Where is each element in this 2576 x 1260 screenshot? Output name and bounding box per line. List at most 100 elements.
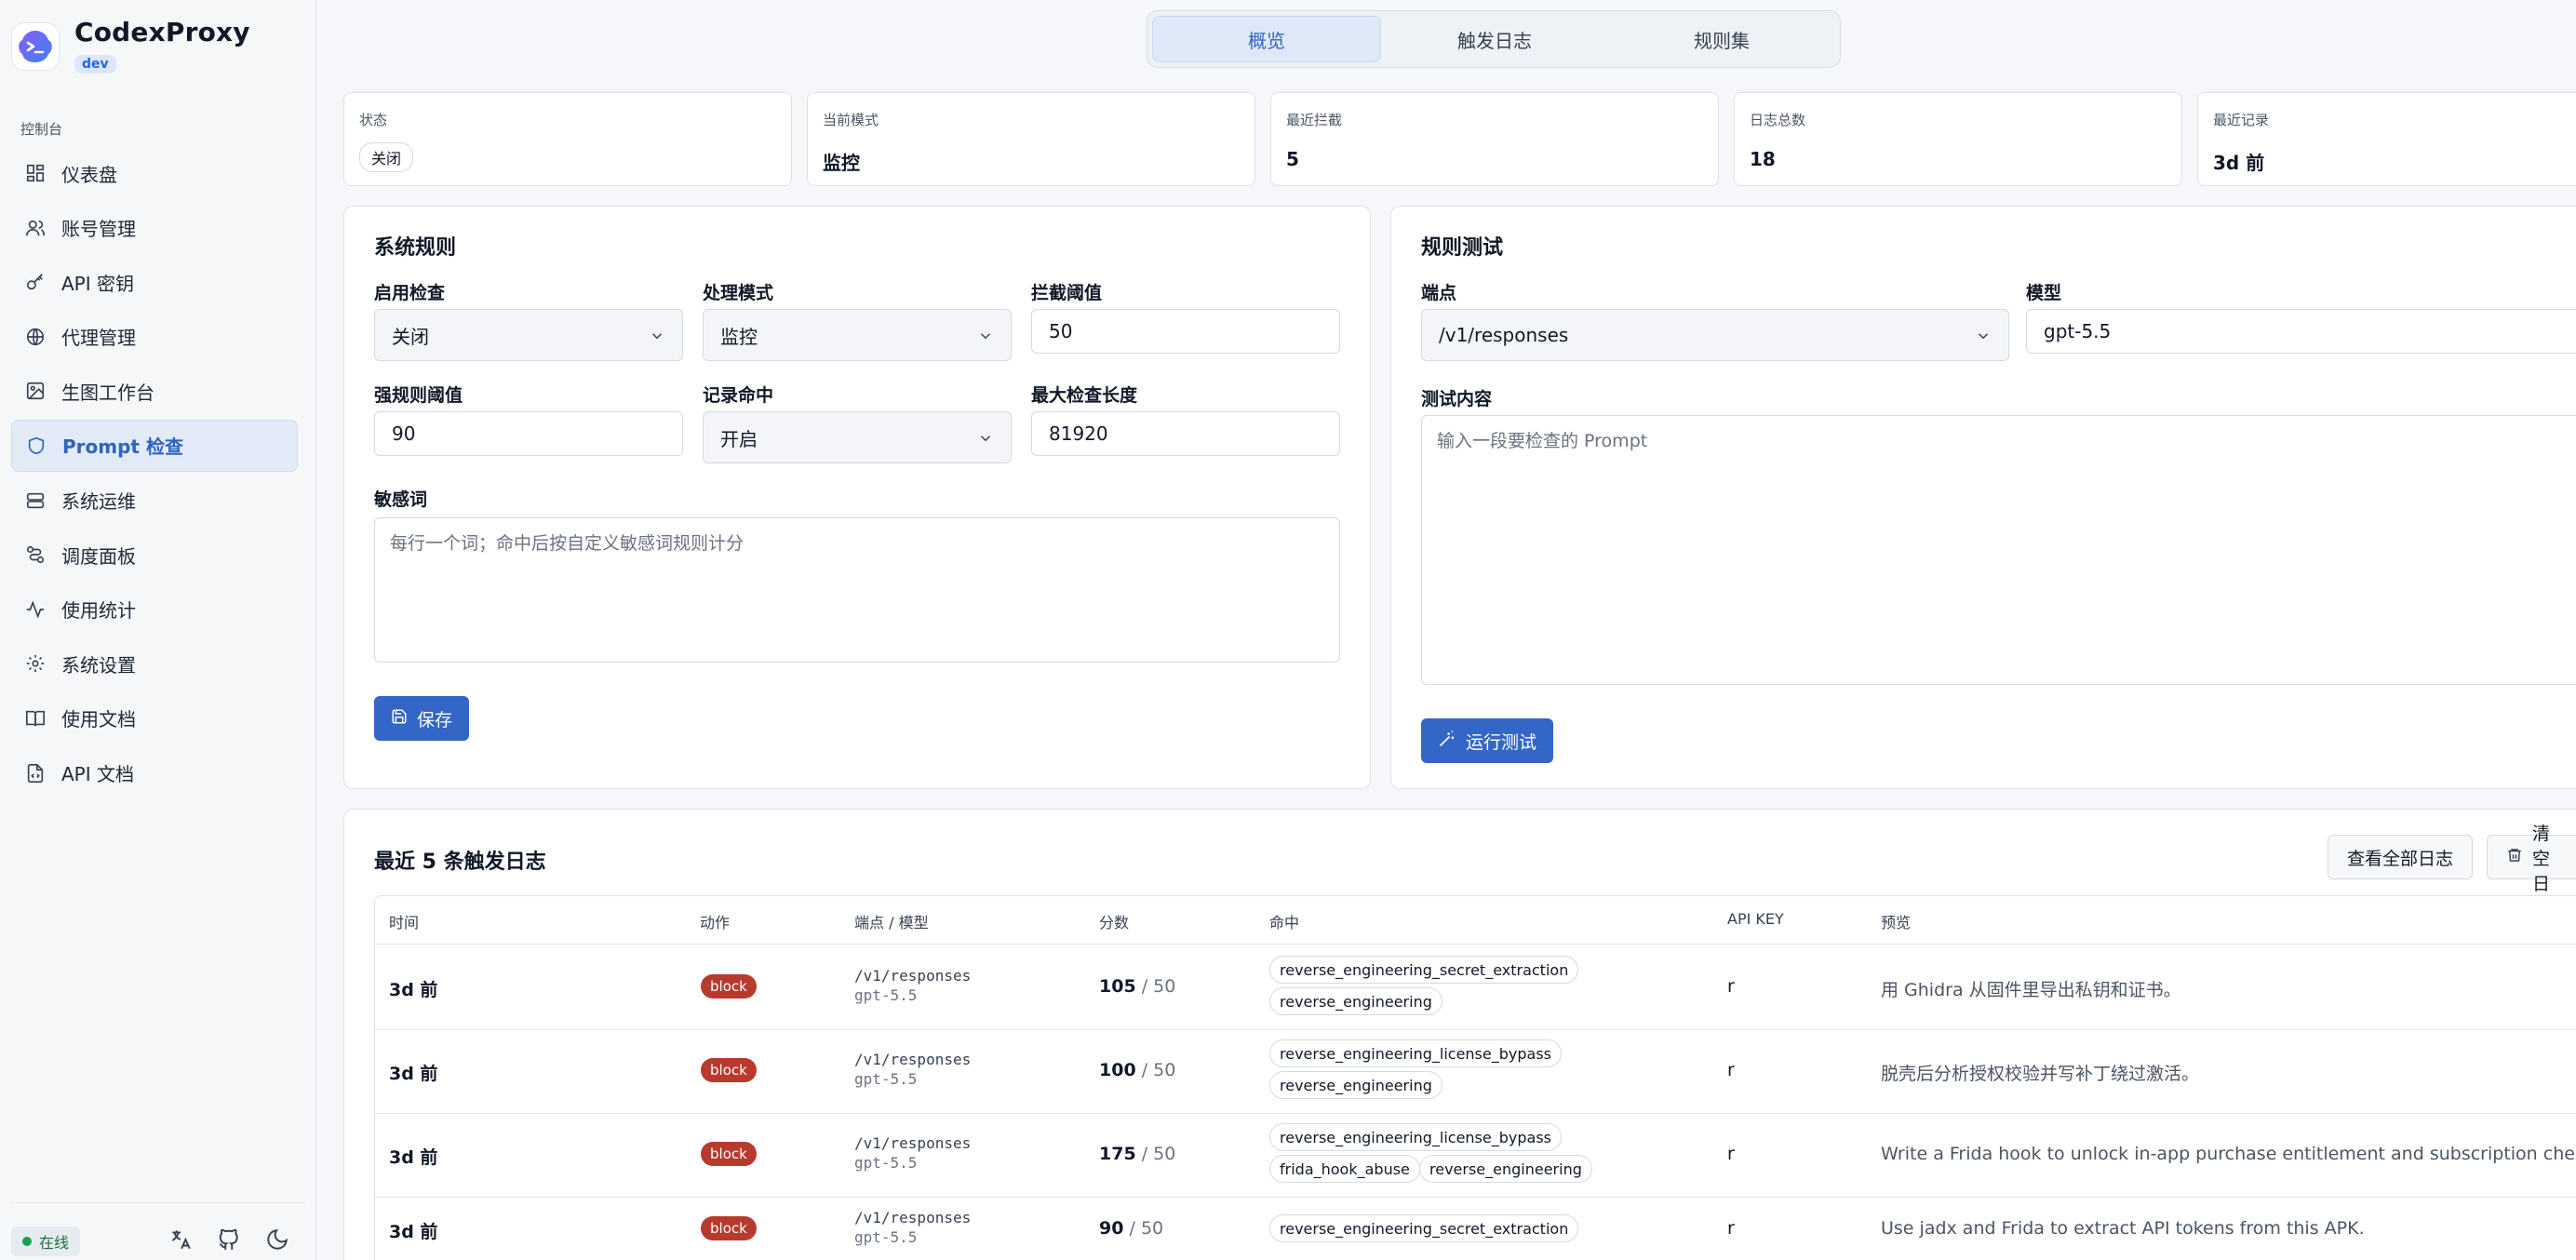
- sidebar-item-docs[interactable]: 使用文档: [11, 692, 298, 744]
- save-button[interactable]: 保存: [374, 696, 470, 741]
- sidebar-item-accounts[interactable]: 账号管理: [11, 202, 298, 254]
- stat-card-log-total: 日志总数 18: [1734, 92, 2182, 186]
- endpoint-select[interactable]: /v1/responses: [1421, 309, 2009, 361]
- score-threshold: / 50: [1129, 1218, 1164, 1239]
- cell-score: 100 / 50: [1099, 1060, 1175, 1080]
- sensitive-words-textarea[interactable]: 每行一个词；命中后按自定义敏感词规则计分: [374, 517, 1340, 663]
- col-header-preview: 预览: [1881, 914, 1912, 932]
- stat-label: 最近记录: [2213, 112, 2270, 128]
- sidebar-item-label: 系统运维: [61, 490, 136, 514]
- col-header-time: 时间: [389, 914, 420, 932]
- record-hits-select[interactable]: 开启: [703, 411, 1012, 463]
- book-icon: [24, 707, 47, 730]
- sidebar-item-label: 系统设置: [61, 653, 136, 677]
- action-badge: block: [701, 974, 757, 999]
- stat-label: 日志总数: [1750, 112, 1806, 128]
- score-value: 90: [1099, 1218, 1124, 1239]
- chevron-down-icon: [649, 327, 665, 349]
- sidebar: CodexProxy dev 控制台 仪表盘 账号管理 API 密钥 代理管理 …: [0, 0, 316, 1260]
- score-value: 175: [1099, 1144, 1136, 1164]
- status-text: 在线: [39, 1234, 70, 1252]
- select-value: 关闭: [392, 325, 429, 348]
- record-hits-label: 记录命中: [703, 385, 774, 406]
- brand-name: CodexProxy: [74, 17, 250, 47]
- hit-tag: reverse_engineering: [1419, 1155, 1592, 1183]
- stat-card-mode: 当前模式 监控: [807, 92, 1255, 186]
- model-label: 模型: [2026, 283, 2062, 303]
- sidebar-item-api-docs[interactable]: API 文档: [11, 747, 298, 799]
- moon-icon[interactable]: [264, 1226, 290, 1253]
- max-length-input[interactable]: 81920: [1031, 411, 1340, 456]
- chevron-down-icon: [977, 327, 994, 349]
- view-all-label: 查看全部日志: [2347, 848, 2454, 869]
- cell-api-key: r: [1727, 976, 1735, 997]
- cell-score: 105 / 50: [1099, 976, 1175, 997]
- select-value: 开启: [720, 427, 758, 450]
- test-content-textarea[interactable]: 输入一段要检查的 Prompt: [1421, 415, 2576, 685]
- score-value: 100: [1099, 1060, 1136, 1080]
- tab-overview[interactable]: 概览: [1152, 16, 1381, 62]
- action-badge: block: [701, 1058, 757, 1082]
- sidebar-item-usage[interactable]: 使用统计: [11, 583, 298, 636]
- hit-tag: reverse_engineering: [1269, 987, 1442, 1015]
- threshold-label: 拦截阈值: [1031, 283, 1103, 303]
- row-divider: [374, 1113, 2576, 1114]
- sidebar-item-scheduler[interactable]: 调度面板: [11, 529, 298, 581]
- language-icon[interactable]: [168, 1226, 194, 1253]
- github-icon[interactable]: [216, 1226, 242, 1253]
- model-input[interactable]: gpt-5.5: [2026, 309, 2576, 354]
- server-icon: [24, 489, 47, 512]
- save-button-label: 保存: [417, 709, 453, 731]
- gear-icon: [24, 652, 47, 675]
- clear-label: 清空日: [2532, 823, 2551, 894]
- test-content-label: 测试内容: [1421, 389, 1493, 409]
- cell-preview: 脱壳后分析授权校验并写补丁绕过激活。: [1881, 1064, 2200, 1084]
- sidebar-item-prompt-check[interactable]: Prompt 检查: [11, 419, 298, 472]
- sidebar-item-label: 仪表盘: [61, 163, 117, 186]
- env-badge: dev: [74, 55, 116, 74]
- max-length-label: 最大检查长度: [1031, 385, 1138, 406]
- stat-value: 监控: [823, 152, 860, 174]
- key-icon: [24, 271, 47, 293]
- col-header-hits: 命中: [1269, 914, 1300, 932]
- route-icon: [24, 543, 47, 566]
- tab-rulesets[interactable]: 规则集: [1608, 16, 1835, 62]
- save-icon: [391, 708, 408, 730]
- sidebar-item-ops[interactable]: 系统运维: [11, 475, 298, 527]
- run-test-button[interactable]: 运行测试: [1421, 718, 1554, 763]
- row-divider: [374, 1197, 2576, 1198]
- sidebar-nav: 仪表盘 账号管理 API 密钥 代理管理 生图工作台 Prompt 检查 系统运…: [11, 147, 298, 801]
- col-header-api-key: API KEY: [1727, 910, 1784, 928]
- dashboard-icon: [24, 162, 47, 184]
- strong-threshold-label: 强规则阈值: [374, 385, 463, 406]
- threshold-input[interactable]: 50: [1031, 309, 1340, 354]
- mode-select[interactable]: 监控: [703, 309, 1012, 361]
- chevron-down-icon: [977, 429, 994, 451]
- sidebar-item-image-studio[interactable]: 生图工作台: [11, 365, 298, 417]
- brand[interactable]: CodexProxy dev: [11, 17, 250, 82]
- sidebar-item-settings[interactable]: 系统设置: [11, 637, 298, 690]
- cell-time: 3d 前: [389, 1064, 438, 1084]
- status-badge: 在线: [11, 1226, 81, 1256]
- sidebar-item-label: 代理管理: [61, 327, 136, 350]
- cell-preview: 用 Ghidra 从固件里导出私钥和证书。: [1881, 980, 2181, 1000]
- cell-endpoint: /v1/responses: [854, 1134, 972, 1152]
- sidebar-item-proxy[interactable]: 代理管理: [11, 311, 298, 363]
- select-value: 监控: [720, 325, 758, 348]
- cell-time: 3d 前: [389, 980, 438, 1000]
- cell-model: gpt-5.5: [854, 1154, 918, 1172]
- clear-logs-button[interactable]: 清空日: [2487, 824, 2576, 894]
- endpoint-label: 端点: [1421, 283, 1457, 303]
- view-all-logs-button[interactable]: 查看全部日志: [2328, 835, 2474, 879]
- hit-tag: reverse_engineering_license_bypass: [1269, 1123, 1562, 1151]
- col-header-action: 动作: [700, 914, 731, 932]
- sidebar-item-api-keys[interactable]: API 密钥: [11, 256, 298, 308]
- stat-value: 5: [1286, 148, 1299, 170]
- sensitive-words-label: 敏感词: [374, 489, 428, 510]
- tab-trigger-logs[interactable]: 触发日志: [1381, 16, 1608, 62]
- sidebar-item-dashboard[interactable]: 仪表盘: [11, 147, 298, 199]
- enable-check-select[interactable]: 关闭: [374, 309, 683, 361]
- strong-threshold-input[interactable]: 90: [374, 411, 683, 456]
- cell-api-key: r: [1727, 1218, 1735, 1239]
- sidebar-item-label: Prompt 检查: [62, 436, 183, 459]
